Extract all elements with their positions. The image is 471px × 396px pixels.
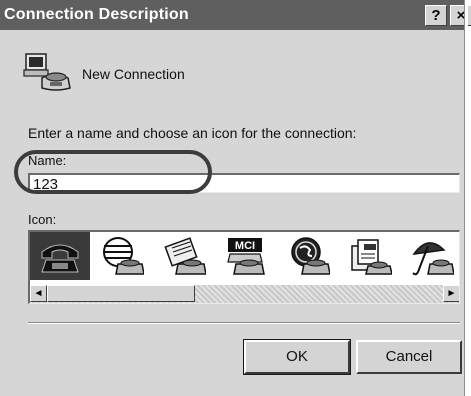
icon-label: Icon:	[28, 212, 57, 227]
horizontal-scrollbar[interactable]: ◄ ►	[30, 285, 459, 303]
connection-name-label: New Connection	[82, 66, 185, 82]
phone-icon[interactable]	[30, 232, 90, 280]
cancel-button[interactable]: Cancel	[356, 340, 462, 374]
scroll-thumb[interactable]	[47, 285, 195, 302]
title-bar[interactable]: Connection Description ? ×	[0, 0, 471, 30]
connection-description-dialog: Connection Description ? × New Connectio…	[0, 0, 471, 396]
scroll-left-button[interactable]: ◄	[30, 285, 47, 302]
dialog-right-edge	[464, 0, 468, 396]
instructions-text: Enter a name and choose an icon for the …	[28, 125, 357, 141]
umbrella-phone-icon[interactable]	[402, 232, 459, 280]
mci-text: MCI	[235, 240, 255, 252]
separator-line	[28, 322, 460, 324]
ok-button[interactable]: OK	[243, 339, 351, 375]
icon-list[interactable]: MCI ◄ ►	[28, 230, 460, 304]
ge-phone-icon[interactable]	[278, 232, 338, 280]
dialog-title: Connection Description	[4, 6, 189, 23]
help-button[interactable]: ?	[425, 5, 447, 26]
highlight-oval-annotation	[14, 150, 212, 194]
scroll-right-button[interactable]: ►	[443, 285, 459, 302]
documents-phone-icon[interactable]	[340, 232, 400, 280]
fax-phone-icon[interactable]	[154, 232, 214, 280]
new-connection-icon	[23, 53, 71, 91]
mci-phone-icon[interactable]: MCI	[216, 232, 276, 280]
globe-phone-icon[interactable]	[92, 232, 152, 280]
